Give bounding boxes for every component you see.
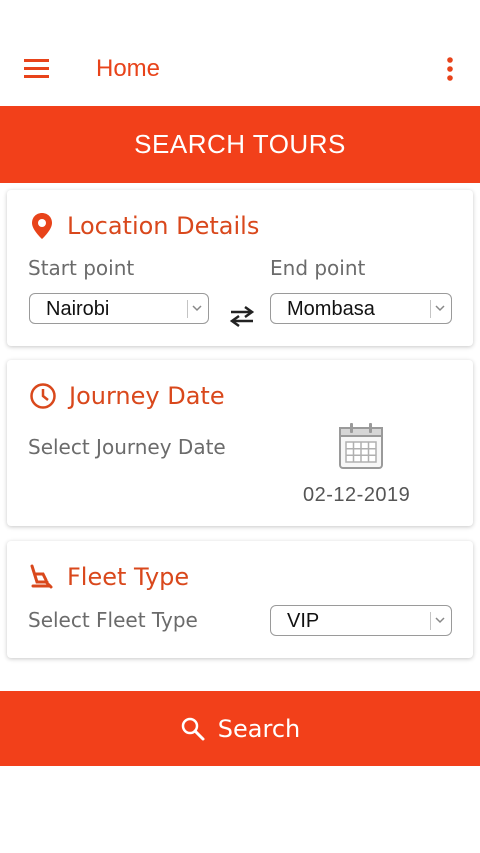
location-details-title: Location Details [67, 212, 260, 240]
chevron-down-icon [435, 305, 445, 312]
journey-date-card: Journey Date Select Journey Date 02-12-2… [7, 360, 473, 526]
search-button-label: Search [217, 714, 301, 743]
start-point-value: Nairobi [46, 298, 110, 320]
banner-title: SEARCH TOURS [134, 129, 346, 159]
calendar-button[interactable] [337, 422, 385, 472]
fleet-type-value: VIP [287, 610, 320, 632]
select-journey-date-label: Select Journey Date [28, 435, 226, 459]
menu-icon [24, 59, 49, 78]
search-tours-banner: SEARCH TOURS [0, 106, 480, 183]
end-point-label: End point [270, 256, 366, 280]
page-title: Home [96, 55, 161, 82]
select-divider [187, 300, 188, 318]
chevron-down-icon [435, 617, 445, 624]
fleet-type-title: Fleet Type [67, 563, 190, 591]
swap-icon [229, 305, 255, 328]
clock-icon [30, 383, 56, 409]
chevron-down-icon [192, 305, 202, 312]
journey-date-header: Journey Date [29, 382, 225, 410]
app-bar: Home [0, 0, 480, 106]
menu-button[interactable] [22, 56, 54, 84]
end-point-select[interactable]: Mombasa [270, 293, 452, 324]
overflow-menu-button[interactable] [438, 55, 462, 85]
calendar-icon [339, 423, 383, 469]
search-button[interactable]: Search [0, 691, 480, 766]
location-details-card: Location Details Start point End point N… [7, 190, 473, 346]
more-vert-icon [447, 57, 453, 81]
location-details-header: Location Details [29, 212, 259, 240]
journey-date-value: 02-12-2019 [303, 484, 411, 506]
journey-date-title: Journey Date [69, 382, 225, 410]
search-icon [181, 717, 205, 740]
select-divider [430, 300, 431, 318]
start-point-label: Start point [28, 256, 135, 280]
fleet-type-select[interactable]: VIP [270, 605, 452, 636]
fleet-type-card: Fleet Type Select Fleet Type VIP [7, 541, 473, 658]
seat-icon [30, 564, 53, 589]
start-point-select[interactable]: Nairobi [29, 293, 209, 324]
fleet-type-header: Fleet Type [29, 563, 189, 591]
swap-locations-button[interactable] [227, 303, 257, 329]
location-pin-icon [32, 213, 52, 239]
select-fleet-type-label: Select Fleet Type [28, 608, 198, 632]
end-point-value: Mombasa [287, 298, 375, 320]
select-divider [430, 612, 431, 630]
